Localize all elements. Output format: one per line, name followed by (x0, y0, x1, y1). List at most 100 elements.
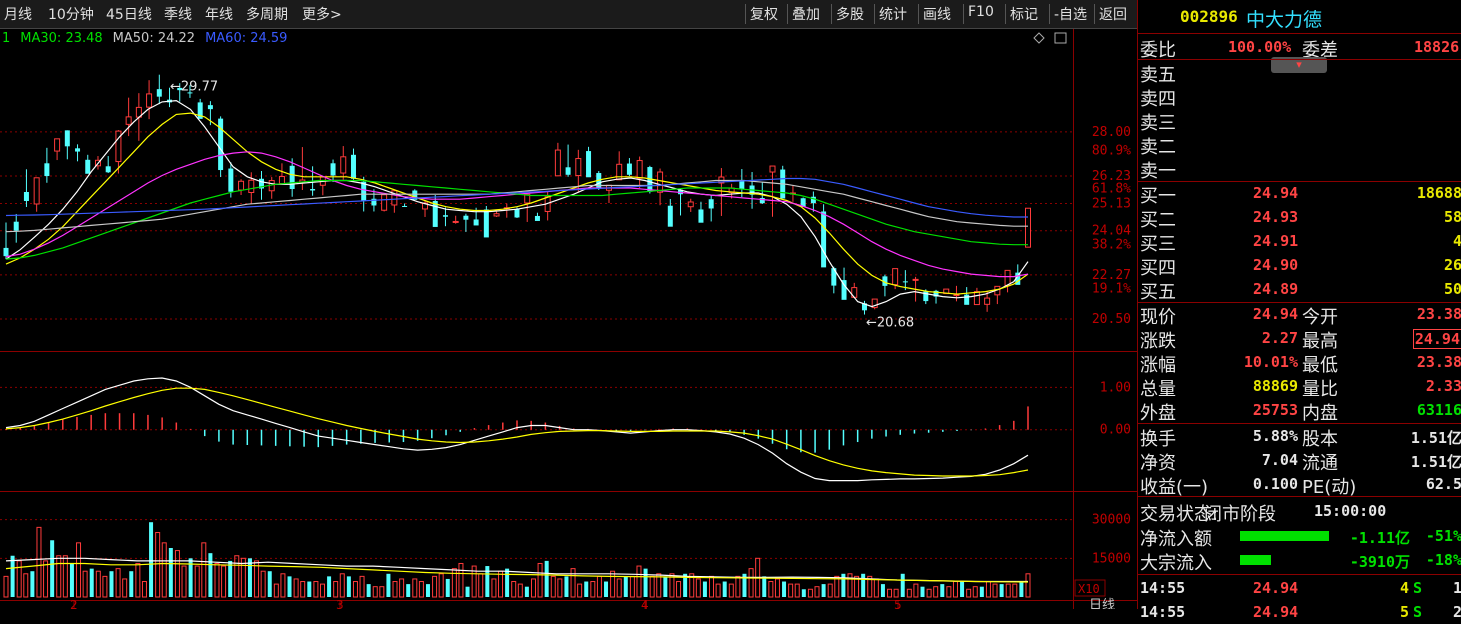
stock-name[interactable]: 中大力德 (1246, 5, 1322, 32)
volume-bar-up (814, 586, 820, 598)
volume-axis-label: 30000 (1092, 513, 1131, 528)
candle-down (463, 215, 469, 220)
volume-bar-up (339, 573, 345, 598)
tick-time: 14:55 (1140, 603, 1186, 621)
quote-value: 25753 (1252, 401, 1298, 419)
toolbar-separator (1094, 4, 1095, 24)
buy-volume: 26 (1443, 256, 1461, 274)
volume-bar-down (267, 571, 272, 597)
volume-bar-up (649, 575, 655, 598)
toolbar-separator (745, 4, 746, 24)
fund-label: 收益(一) (1140, 477, 1209, 498)
volume-bar-up (537, 562, 543, 598)
macd-axis-label: 0.00 (1100, 423, 1131, 438)
volume-bar-down (722, 581, 727, 597)
volume-bar-up (676, 581, 682, 598)
period-0[interactable]: 月线 (4, 4, 32, 24)
volume-bar-down (900, 573, 905, 597)
volume-bar-down (762, 576, 767, 597)
tool-3[interactable]: 统计 (879, 4, 907, 24)
month-label: 3 (336, 598, 344, 609)
volume-bar-down (604, 581, 609, 597)
candle-up (248, 179, 255, 194)
volume-bar-up (748, 568, 754, 598)
period-5[interactable]: 多周期 (246, 4, 288, 24)
tool-6[interactable]: 标记 (1010, 4, 1038, 24)
volume-bar-up (352, 581, 358, 598)
buy-price: 24.90 (1253, 256, 1299, 274)
candle-down (289, 165, 295, 190)
k-line-chart[interactable]: 28.0026.2325.1324.0422.2720.5080.9%61.8%… (0, 29, 1137, 609)
weicha-value: 18826 (1414, 38, 1460, 56)
quote-value: 23.38 (1416, 353, 1461, 371)
trade-status: 交易状态: 闭市阶段 15:00:00 (1138, 499, 1461, 525)
volume-bar-up (715, 583, 721, 598)
candle-up (973, 291, 980, 306)
status-state: 闭市阶段 (1204, 504, 1276, 525)
volume-bar-up (788, 583, 794, 598)
volume-bar-down (228, 560, 233, 597)
volume-bar-down (149, 522, 154, 597)
volume-bar-up (36, 526, 42, 598)
candle-up (493, 213, 500, 217)
volume-bar-up (221, 565, 227, 598)
buy-row: 买二 24.93 58 (1138, 205, 1461, 231)
quote-row: 外盘 25753 内盘 63116 (1138, 398, 1461, 424)
tool-0[interactable]: 复权 (750, 4, 778, 24)
volume-bar-up (3, 575, 9, 598)
window-icon (1054, 32, 1067, 44)
tool-8[interactable]: 返回 (1099, 4, 1127, 24)
volume-bar-up (985, 581, 991, 598)
volume-bar-down (89, 568, 94, 597)
candle-down (902, 281, 908, 283)
period-3[interactable]: 季线 (164, 4, 192, 24)
flow-pct: -51% (1425, 527, 1461, 545)
period-tab: 日线 (1089, 598, 1115, 609)
volume-bar-down (465, 586, 470, 597)
tick-count: 2 (1452, 603, 1461, 621)
volume-bar-up (432, 575, 438, 598)
period-4[interactable]: 年线 (205, 4, 233, 24)
quote-value: 10.01% (1243, 353, 1298, 371)
candle-down (626, 163, 632, 175)
volume-bar-up (570, 568, 576, 598)
tool-4[interactable]: 画线 (923, 4, 951, 24)
volume-bar-down (406, 584, 411, 597)
tick-side: S (1413, 579, 1423, 597)
volume-bar-up (379, 586, 385, 598)
month-label: 5 (894, 598, 902, 609)
quote-value: 24.94 (1252, 305, 1298, 323)
period-6[interactable]: 更多> (302, 4, 342, 24)
volume-bar-up (946, 586, 952, 598)
quote-row: 现价 24.94 今开 23.38 (1138, 302, 1461, 328)
period-2[interactable]: 45日线 (106, 4, 152, 24)
volume-bar-up (319, 583, 325, 598)
volume-bar-up (43, 560, 49, 598)
candle-down (473, 219, 479, 226)
candle-down (23, 192, 29, 201)
volume-bar-up (550, 575, 556, 598)
candle-down (105, 166, 111, 173)
volume-bar-up (273, 583, 279, 598)
volume-bar-up (728, 583, 734, 598)
volume-bar-up (418, 581, 424, 598)
volume-bar-down (287, 576, 292, 597)
volume-bar-up (102, 575, 108, 598)
candle-up (657, 171, 664, 193)
tick-volume: 5 (1400, 603, 1410, 621)
volume-bar-up (141, 581, 147, 598)
fundamentals-row: 净资 7.04 流通 1.51亿 (1138, 448, 1461, 474)
volume-bar-up (794, 583, 800, 598)
tool-1[interactable]: 叠加 (792, 4, 820, 24)
buy-row: 买五 24.89 50 (1138, 277, 1461, 303)
tool-2[interactable]: 多股 (836, 4, 864, 24)
tool-5[interactable]: F10 (968, 4, 994, 20)
quote-value: 24.94 (1412, 329, 1461, 349)
tool-7[interactable]: -自选 (1054, 4, 1087, 24)
volume-bar-down (247, 558, 252, 597)
candle-down (75, 148, 81, 152)
quote-value: 2.33 (1425, 377, 1461, 395)
buy-row: 买四 24.90 26 (1138, 253, 1461, 279)
period-1[interactable]: 10分钟 (48, 4, 94, 24)
volume-bar-up (511, 581, 517, 598)
